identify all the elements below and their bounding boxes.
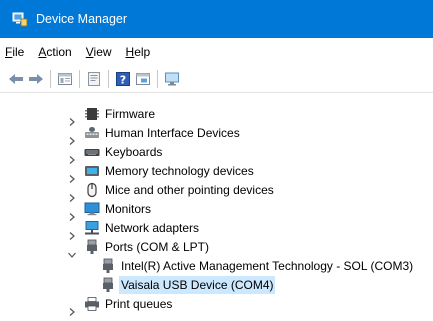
tree-item-memory-technology-devices[interactable]: Memory technology devices <box>84 162 256 180</box>
port-icon <box>103 258 113 273</box>
scan-hardware-button[interactable] <box>162 69 182 89</box>
tree-item-label: Monitors <box>105 202 152 216</box>
chevron-right-icon[interactable] <box>67 117 77 127</box>
chevron-right-icon[interactable] <box>67 307 77 317</box>
tree-item-label: Memory technology devices <box>105 164 254 178</box>
tree-item-label: Network adapters <box>105 221 200 235</box>
back-button[interactable] <box>6 69 26 89</box>
forward-button[interactable] <box>26 69 46 89</box>
toolbar-separator <box>157 70 158 88</box>
device-manager-icon <box>12 12 28 27</box>
tree-item-keyboards[interactable]: Keyboards <box>84 143 164 161</box>
monitor-scan-icon <box>165 72 179 86</box>
tree-item-mice-and-other-pointing-devices[interactable]: Mice and other pointing devices <box>84 181 276 199</box>
tree-item-network-adapters[interactable]: Network adapters <box>84 219 201 237</box>
tree-item-print-queues[interactable]: Print queues <box>84 295 174 313</box>
chevron-right-icon[interactable] <box>67 155 77 165</box>
printer-icon <box>85 297 99 311</box>
update-driver-icon <box>88 72 100 86</box>
menu-file[interactable]: File <box>0 38 31 66</box>
chevron-right-icon[interactable] <box>67 193 77 203</box>
tree-item-label: Ports (COM & LPT) <box>105 240 210 254</box>
chevron-right-icon[interactable] <box>67 174 77 184</box>
tree-item-label: Vaisala USB Device (COM4) <box>119 276 276 294</box>
tree-item-label: Keyboards <box>105 145 163 159</box>
monitor-icon <box>84 202 100 216</box>
mouse-icon <box>87 182 97 198</box>
window-title: Device Manager <box>36 12 128 26</box>
forward-arrow-icon <box>29 74 43 84</box>
menu-action[interactable]: Action <box>31 38 78 66</box>
help-icon: ? <box>116 72 130 87</box>
tree-item-label: Print queues <box>105 297 173 311</box>
show-hidden-icon <box>136 73 150 85</box>
toolbar-separator <box>79 70 80 88</box>
firmware-icon <box>85 108 99 120</box>
chevron-right-icon[interactable] <box>67 231 77 241</box>
tree-item-vaisala-usb-device[interactable]: Vaisala USB Device (COM4) <box>79 276 276 294</box>
help-button[interactable]: ? <box>113 69 133 89</box>
tree-item-label: Human Interface Devices <box>105 126 240 140</box>
keyboard-icon <box>84 149 100 156</box>
port-icon <box>103 277 113 292</box>
show-hidden-button[interactable] <box>133 69 153 89</box>
tree-item-firmware[interactable]: Firmware <box>84 105 157 123</box>
tree-item-label: Firmware <box>105 107 155 121</box>
tree-item-monitors[interactable]: Monitors <box>84 200 153 218</box>
port-icon <box>87 239 97 254</box>
tree-item-label: Intel(R) Active Management Technology - … <box>121 259 414 273</box>
tree-item-human-interface-devices[interactable]: Human Interface Devices <box>84 124 242 142</box>
back-arrow-icon <box>9 74 23 84</box>
toolbar: ? <box>0 66 433 92</box>
title-bar: Device Manager <box>0 0 433 38</box>
properties-button[interactable] <box>55 69 75 89</box>
chevron-down-icon[interactable] <box>67 250 77 260</box>
tree-item-intel-amt-sol[interactable]: Intel(R) Active Management Technology - … <box>100 257 415 275</box>
tree-item-ports[interactable]: Ports (COM & LPT) <box>84 238 211 256</box>
menu-view[interactable]: View <box>79 38 119 66</box>
properties-icon <box>58 73 72 85</box>
tree-item-label: Mice and other pointing devices <box>105 183 274 197</box>
svg-text:?: ? <box>120 74 126 87</box>
toolbar-separator <box>50 70 51 88</box>
network-icon <box>85 221 99 235</box>
hid-icon <box>85 127 99 138</box>
memory-icon <box>85 166 99 176</box>
update-driver-button[interactable] <box>84 69 104 89</box>
menu-help[interactable]: Help <box>119 38 158 66</box>
menu-bar: File Action View Help <box>0 38 433 66</box>
chevron-right-icon[interactable] <box>67 136 77 146</box>
device-tree: Firmware Human Interface Devices Keyboar… <box>0 93 433 321</box>
toolbar-separator <box>108 70 109 88</box>
chevron-right-icon[interactable] <box>67 212 77 222</box>
